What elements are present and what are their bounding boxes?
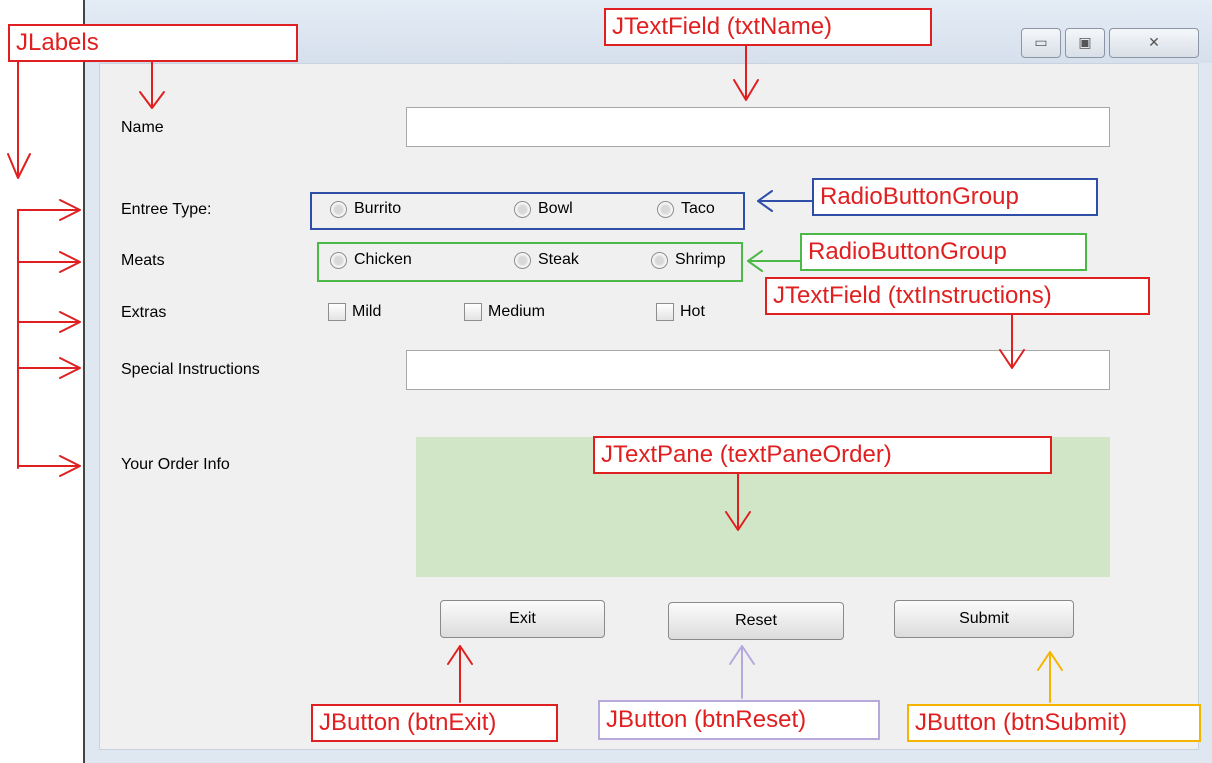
order-info-label: Your Order Info [121, 456, 230, 473]
checkbox-label: Mild [352, 303, 382, 320]
arrow-meats-label [17, 251, 81, 273]
content-pane [99, 63, 1199, 750]
minimize-icon[interactable]: ▭ [1021, 28, 1061, 58]
annotation-btnexit: JButton (btnExit) [311, 704, 558, 742]
name-label: Name [121, 119, 164, 136]
exit-button[interactable]: Exit [440, 600, 605, 638]
meats-radio-group-outline [317, 242, 743, 282]
annotation-radiogroup-entree: RadioButtonGroup [812, 178, 1098, 216]
annotation-textpane: JTextPane (textPaneOrder) [593, 436, 1052, 474]
arrow-jlabels-left [7, 61, 31, 179]
checkbox-label: Hot [680, 303, 705, 320]
checkbox-medium[interactable]: Medium [464, 303, 545, 321]
name-input[interactable] [406, 107, 1110, 147]
special-instructions-input[interactable] [406, 350, 1110, 390]
special-instructions-label: Special Instructions [121, 361, 260, 378]
arrow-entree-label [17, 199, 81, 221]
arrow-extras-label [17, 311, 81, 333]
annotation-jlabels: JLabels [8, 24, 298, 62]
entree-type-label: Entree Type: [121, 201, 212, 218]
checkbox-label: Medium [488, 303, 545, 320]
extras-label: Extras [121, 304, 167, 321]
annotation-txtname: JTextField (txtName) [604, 8, 932, 46]
reset-button[interactable]: Reset [668, 602, 844, 640]
checkbox-mild[interactable]: Mild [328, 303, 381, 321]
checkbox-icon [328, 303, 346, 321]
annotation-btnreset: JButton (btnReset) [598, 700, 880, 740]
submit-button[interactable]: Submit [894, 600, 1074, 638]
arrow-instructions-label [17, 357, 81, 379]
close-icon[interactable]: ✕ [1109, 28, 1199, 58]
arrow-order-label [17, 455, 81, 477]
meats-label: Meats [121, 252, 165, 269]
maximize-icon[interactable]: ▣ [1065, 28, 1105, 58]
annotation-radiogroup-meats: RadioButtonGroup [800, 233, 1087, 271]
entree-radio-group-outline [310, 192, 745, 230]
checkbox-icon [656, 303, 674, 321]
checkbox-icon [464, 303, 482, 321]
checkbox-hot[interactable]: Hot [656, 303, 705, 321]
annotation-txtinstructions: JTextField (txtInstructions) [765, 277, 1150, 315]
annotation-btnsubmit: JButton (btnSubmit) [907, 704, 1201, 742]
